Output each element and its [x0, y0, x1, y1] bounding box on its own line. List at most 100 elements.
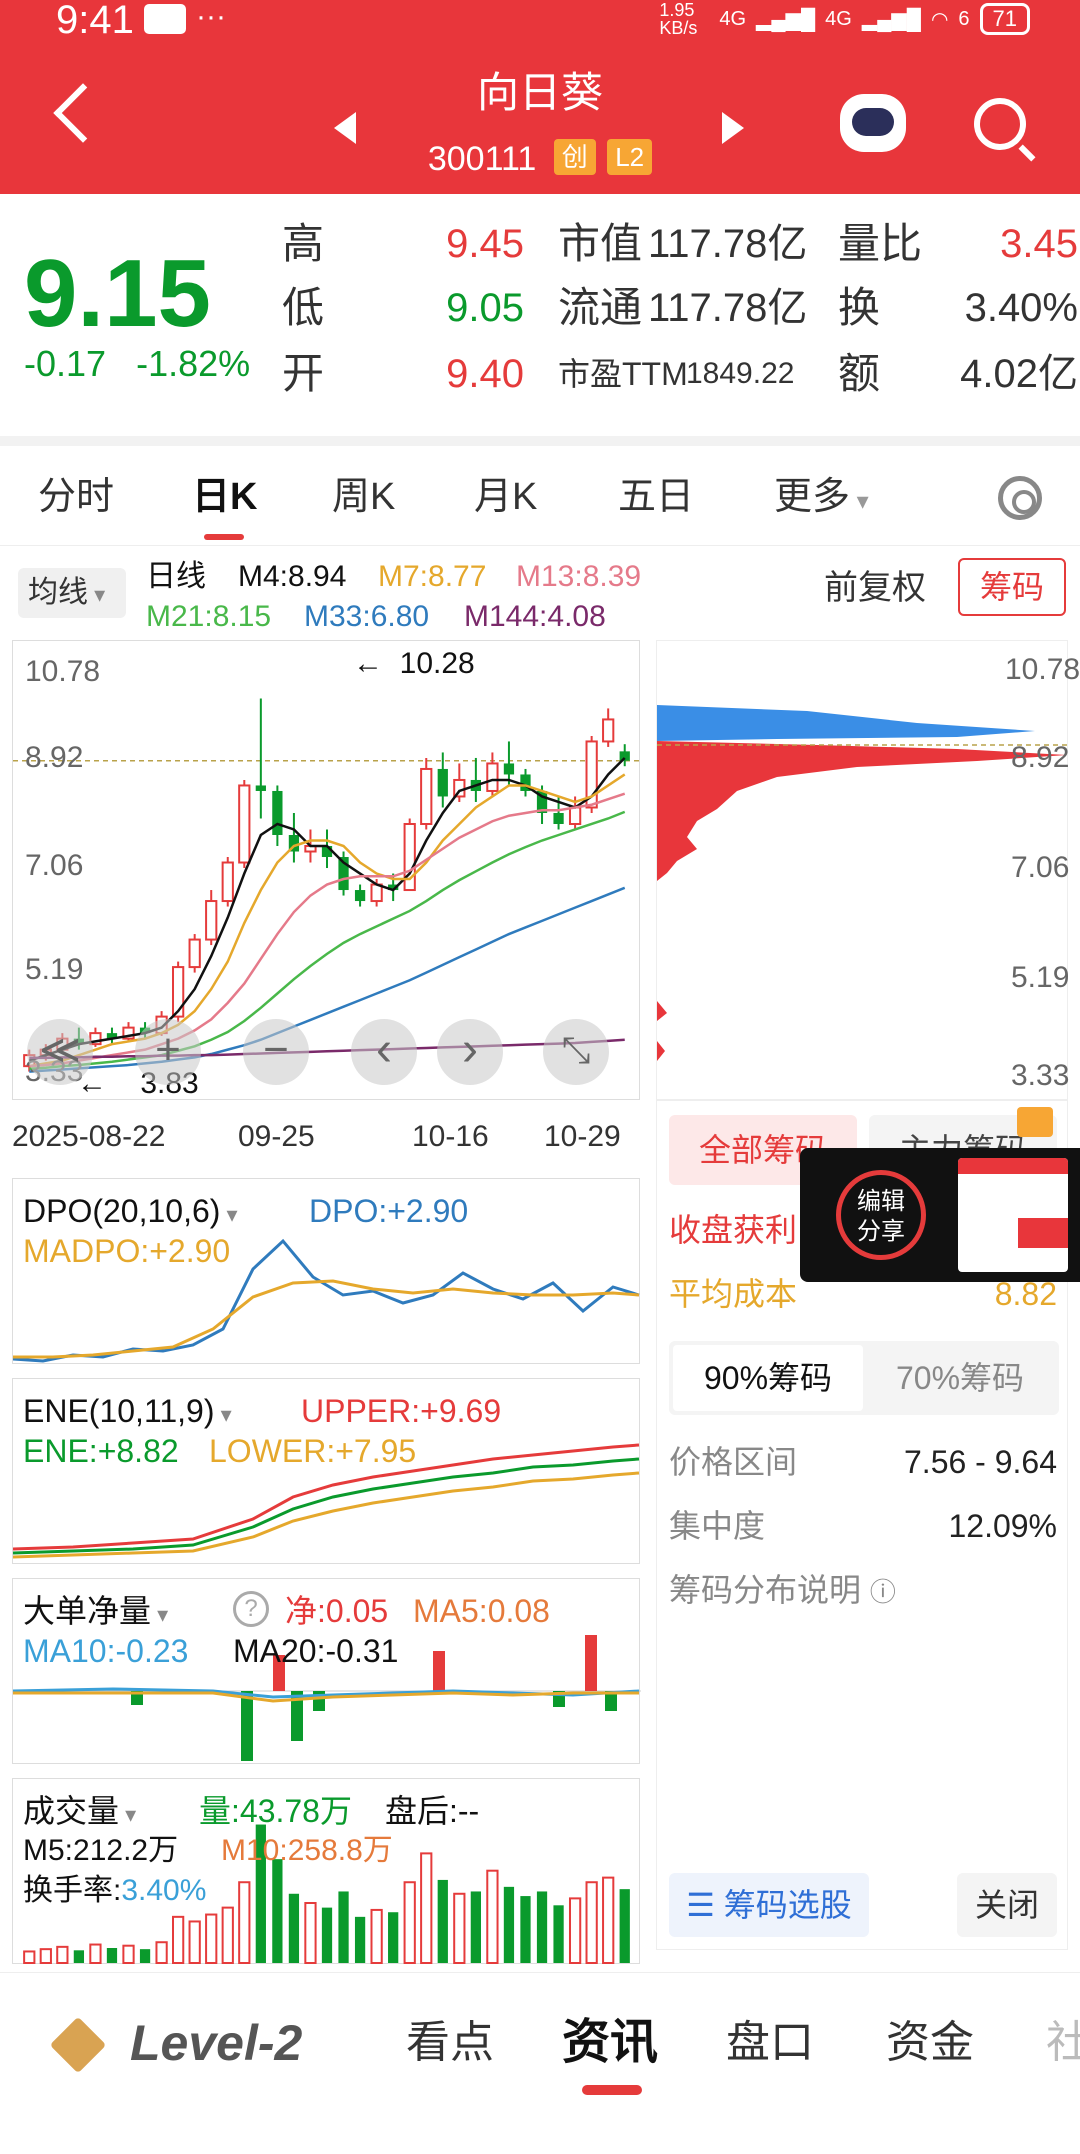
ma4-value: M4:8.94	[238, 560, 347, 593]
nav-community[interactable]: 社	[1046, 2013, 1080, 2073]
screenshot-share-popup[interactable]: 编辑 分享	[800, 1148, 1080, 1282]
chevron-down-icon: ▾	[119, 1802, 137, 1827]
adjust-mode[interactable]: 前复权	[824, 566, 926, 610]
tab-five-day[interactable]: 五日	[618, 472, 694, 522]
scroll-right-button[interactable]: ›	[437, 1019, 503, 1085]
volume-bar	[122, 1944, 135, 1964]
assistant-robot-icon[interactable]	[840, 94, 906, 152]
zoom-out-button[interactable]: −	[243, 1019, 309, 1085]
x-tick-label: 2025-08-22	[12, 1120, 166, 1153]
close-chip-button[interactable]: 关闭	[957, 1873, 1057, 1937]
tab-daily-k[interactable]: 日K	[192, 472, 257, 522]
madpo-line	[13, 1279, 640, 1359]
scroll-left-button[interactable]: ‹	[351, 1019, 417, 1085]
thumbnail-chip	[1018, 1218, 1068, 1248]
bigorder-panel[interactable]: 大单净量 ▾ ? 净:0.05 MA5:0.08 MA10:-0.23 MA20…	[12, 1578, 641, 1764]
tab-intraday[interactable]: 分时	[38, 472, 114, 522]
chip-y-tick: 5.19	[1011, 961, 1070, 994]
seg-70-percent[interactable]: 70%筹码	[865, 1345, 1055, 1411]
volume-bar	[568, 1897, 582, 1964]
indicator-select[interactable]: 均线 ▾	[18, 568, 126, 618]
volume-bar	[520, 1896, 531, 1963]
help-icon[interactable]: ?	[233, 1591, 269, 1627]
amount-label: 额	[838, 350, 881, 397]
reset-view-button[interactable]: ⤡	[543, 1019, 609, 1085]
thumbnail-header	[958, 1158, 1068, 1174]
x-tick-label: 09-25	[238, 1120, 315, 1153]
float-label: 流通	[558, 284, 643, 331]
chip-distribution-chart	[657, 705, 1069, 1061]
scroll-to-start-button[interactable]: ≪	[27, 1019, 93, 1085]
high-label: 高	[282, 220, 325, 267]
nav-funds[interactable]: 资金	[886, 2013, 974, 2073]
ene-select-label: ENE(10,11,9)	[23, 1393, 215, 1429]
wifi-icon: ◠	[930, 8, 949, 31]
candle	[106, 1027, 118, 1045]
signal-4g-icon: 4G	[719, 7, 747, 30]
status-more-dots: ···	[196, 0, 226, 33]
volume-bar	[89, 1943, 102, 1965]
turnover-rate-label: 换手率:	[23, 1874, 122, 1907]
chevron-down-icon: ▾	[214, 1402, 232, 1427]
chevron-down-icon: ▾	[88, 582, 106, 607]
open-value: 9.40	[446, 352, 524, 396]
nav-news[interactable]: 资讯	[562, 2013, 658, 2073]
kline-chart[interactable]	[13, 641, 641, 1101]
nav-highlights[interactable]: 看点	[406, 2013, 494, 2073]
volume-bar	[354, 1916, 366, 1963]
profit-label: 收盘获利	[669, 1212, 798, 1248]
volume-bar	[486, 1869, 499, 1964]
volume-bar	[403, 1881, 416, 1964]
chip-stock-select-button[interactable]: ☰ 筹码选股	[669, 1873, 869, 1937]
volume-bar	[39, 1948, 52, 1964]
ma21-value: M21:8.15	[146, 600, 272, 633]
chip-explain-link[interactable]: 筹码分布说明 ⓘ	[669, 1569, 896, 1613]
chip-distribution-frame[interactable]: 10.78 8.92 7.06 5.19 3.33	[656, 640, 1080, 1100]
volume-panel[interactable]: 成交量 ▾ 量:43.78万 盘后:-- M5:212.2万 M10:258.8…	[12, 1778, 640, 1965]
tab-weekly-k[interactable]: 周K	[332, 472, 395, 522]
top-header: 9:41 ··· 1.95 KB/s 4G ▂▄▆█ 4G ▂▄▆█ ◠ 6 7…	[0, 0, 1080, 194]
status-right: 1.95 KB/s 4G ▂▄▆█ 4G ▂▄▆█ ◠ 6 71	[659, 0, 1030, 38]
chip-low-area	[657, 1001, 667, 1061]
volume-bar	[288, 1893, 300, 1963]
volume-bar	[205, 1913, 218, 1965]
amount-value: 4.02亿	[960, 352, 1078, 396]
candle	[205, 890, 218, 946]
ene-panel[interactable]: ENE(10,11,9) ▾ UPPER:+9.69 ENE:+8.82 LOW…	[12, 1378, 640, 1564]
lock-icon	[1017, 1107, 1053, 1137]
zoom-in-button[interactable]: +	[135, 1019, 201, 1085]
concentration-label: 集中度	[669, 1508, 766, 1544]
chip-toggle-button[interactable]: 筹码	[958, 558, 1066, 616]
low-value: 9.05	[446, 286, 524, 330]
high-value: 9.45	[446, 222, 524, 266]
volume-bar	[503, 1886, 515, 1963]
period-tabs: 分时 日K 周K 月K 五日 更多 ▾	[0, 450, 1080, 546]
settings-gear-icon[interactable]	[998, 476, 1042, 520]
nav-orderbook[interactable]: 盘口	[726, 2013, 814, 2073]
ene-upper-value: UPPER:+9.69	[301, 1393, 502, 1429]
nav-level2[interactable]: Level-2	[130, 2013, 302, 2073]
max-price-note: ← 10.28	[353, 647, 475, 680]
bigorder-select[interactable]: 大单净量 ▾	[23, 1591, 168, 1635]
tab-more[interactable]: 更多 ▾	[774, 472, 869, 527]
volume-bar	[56, 1945, 69, 1965]
vol-m5-value: M5:212.2万	[23, 1834, 179, 1867]
volume-select[interactable]: 成交量 ▾	[23, 1791, 136, 1835]
volume-bar	[420, 1852, 433, 1964]
after-hours-value: 盘后:--	[385, 1793, 480, 1829]
ene-select[interactable]: ENE(10,11,9) ▾	[23, 1391, 232, 1435]
candle	[354, 884, 366, 907]
dpo-panel[interactable]: DPO(20,10,6) ▾ DPO:+2.90 MADPO:+2.90	[12, 1178, 640, 1364]
stock-code: 300111	[427, 140, 537, 178]
dpo-line	[13, 1238, 640, 1363]
screenshot-thumbnail[interactable]	[958, 1158, 1068, 1272]
tab-monthly-k[interactable]: 月K	[474, 472, 537, 522]
edit-share-button[interactable]: 编辑 分享	[836, 1170, 926, 1260]
ma13-value: M13:8.39	[516, 560, 642, 593]
signal-4g-icon-2: 4G	[825, 7, 852, 30]
search-icon[interactable]	[974, 98, 1026, 150]
pe-value: 1849.22	[686, 357, 795, 390]
kline-chart-frame[interactable]: 10.78 8.92 7.06 5.19 3.33 ← 10.28 ← 3.83…	[12, 640, 641, 1101]
chip-percent-segment: 90%筹码 70%筹码	[669, 1341, 1059, 1415]
seg-90-percent[interactable]: 90%筹码	[673, 1345, 863, 1411]
